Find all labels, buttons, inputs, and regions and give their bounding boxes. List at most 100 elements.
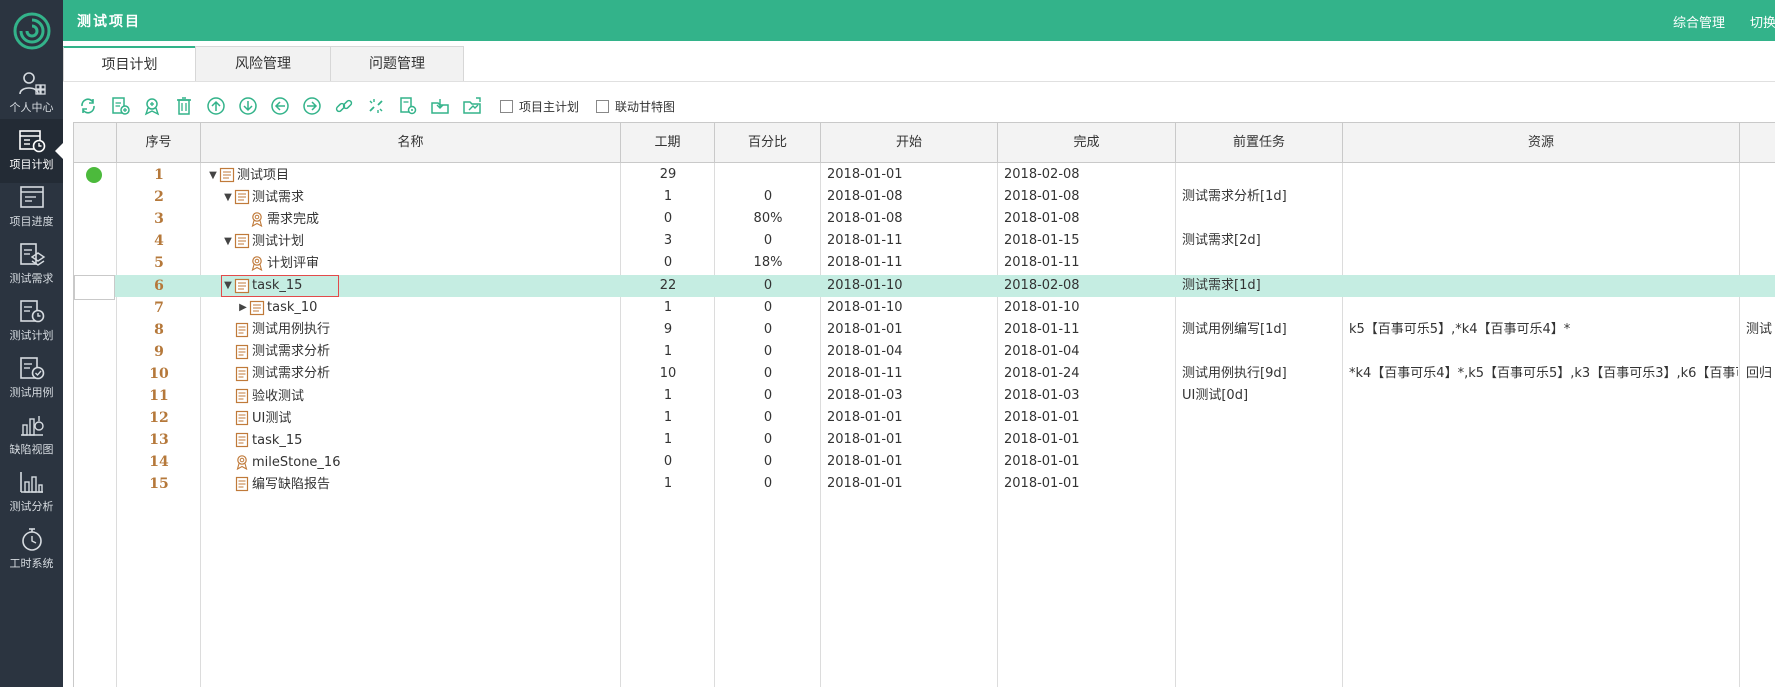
link-icon[interactable] — [334, 96, 354, 116]
percent-cell[interactable]: 0 — [715, 451, 821, 473]
resource-cell[interactable]: k5【百事可乐5】,*k4【百事可乐4】* — [1349, 319, 1738, 341]
checkbox-box[interactable] — [596, 100, 609, 113]
predecessor-cell[interactable]: 测试需求[1d] — [1182, 275, 1342, 297]
finish-date-cell[interactable]: 2018-01-15 — [1004, 230, 1174, 252]
expand-toggle-icon[interactable]: ▶ — [237, 297, 249, 319]
start-date-cell[interactable]: 2018-01-04 — [827, 341, 997, 363]
unlink-icon[interactable] — [366, 96, 386, 116]
duration-cell[interactable]: 1 — [621, 407, 715, 429]
start-date-cell[interactable]: 2018-01-08 — [827, 186, 997, 208]
start-date-cell[interactable]: 2018-01-11 — [827, 363, 997, 385]
tab-project-plan[interactable]: 项目计划 — [63, 46, 196, 82]
extra-cell[interactable] — [1746, 164, 1775, 186]
table-row[interactable]: 13 task_15 1 0 2018-01-01 2018-01-01 — [74, 429, 1775, 451]
start-date-cell[interactable]: 2018-01-01 — [827, 451, 997, 473]
resource-cell[interactable] — [1349, 451, 1738, 473]
resource-cell[interactable] — [1349, 275, 1738, 297]
add-task-icon[interactable] — [110, 96, 130, 116]
percent-cell[interactable]: 0 — [715, 186, 821, 208]
move-down-icon[interactable] — [238, 96, 258, 116]
outdent-icon[interactable] — [270, 96, 290, 116]
col-header-duration[interactable]: 工期 — [621, 123, 715, 163]
extra-cell[interactable] — [1746, 208, 1775, 230]
import-icon[interactable] — [430, 96, 450, 116]
extra-cell[interactable] — [1746, 385, 1775, 407]
percent-cell[interactable]: 80% — [715, 208, 821, 230]
duration-cell[interactable]: 1 — [621, 186, 715, 208]
task-name-cell[interactable]: 测试用例执行 — [201, 319, 621, 341]
start-date-cell[interactable]: 2018-01-08 — [827, 208, 997, 230]
duration-cell[interactable]: 10 — [621, 363, 715, 385]
table-row[interactable]: 1 ▼ 测试项目 29 2018-01-01 2018-02-08 — [74, 164, 1775, 186]
delete-icon[interactable] — [174, 96, 194, 116]
add-milestone-icon[interactable] — [142, 96, 162, 116]
finish-date-cell[interactable]: 2018-01-01 — [1004, 407, 1174, 429]
finish-date-cell[interactable]: 2018-02-08 — [1004, 275, 1174, 297]
start-date-cell[interactable]: 2018-01-11 — [827, 230, 997, 252]
percent-cell[interactable]: 0 — [715, 297, 821, 319]
duration-cell[interactable]: 1 — [621, 385, 715, 407]
extra-cell[interactable] — [1746, 275, 1775, 297]
nav-switch[interactable]: 切换 — [1750, 12, 1775, 31]
table-row[interactable]: 5 计划评审 0 18% 2018-01-11 2018-01-11 — [74, 252, 1775, 274]
predecessor-cell[interactable] — [1182, 451, 1342, 473]
indent-icon[interactable] — [302, 96, 322, 116]
percent-cell[interactable]: 0 — [715, 385, 821, 407]
start-date-cell[interactable]: 2018-01-01 — [827, 164, 997, 186]
extra-cell[interactable] — [1746, 429, 1775, 451]
percent-cell[interactable]: 0 — [715, 473, 821, 495]
table-row[interactable]: 11 验收测试 1 0 2018-01-03 2018-01-03 UI测试[0d] — [74, 385, 1775, 407]
predecessor-cell[interactable]: UI测试[0d] — [1182, 385, 1342, 407]
start-date-cell[interactable]: 2018-01-10 — [827, 297, 997, 319]
collapse-toggle-icon[interactable]: ▼ — [222, 186, 234, 208]
finish-date-cell[interactable]: 2018-01-11 — [1004, 319, 1174, 341]
sidebar-item-7[interactable]: 缺陷视图 — [0, 404, 63, 468]
start-date-cell[interactable]: 2018-01-11 — [827, 252, 997, 274]
task-name-cell[interactable]: 验收测试 — [201, 385, 621, 407]
percent-cell[interactable]: 0 — [715, 275, 821, 297]
move-up-icon[interactable] — [206, 96, 226, 116]
sidebar-item-9[interactable]: 工时系统 — [0, 518, 63, 582]
finish-date-cell[interactable]: 2018-01-01 — [1004, 429, 1174, 451]
table-row[interactable]: 3 需求完成 0 80% 2018-01-08 2018-01-08 — [74, 208, 1775, 230]
resource-cell[interactable]: *k4【百事可乐4】*,k5【百事可乐5】,k3【百事可乐3】,k6【百事可乐 — [1349, 363, 1738, 385]
start-date-cell[interactable]: 2018-01-01 — [827, 407, 997, 429]
table-row[interactable]: 14 mileStone_16 0 0 2018-01-01 2018-01-01 — [74, 451, 1775, 473]
tab-issue-management[interactable]: 问题管理 — [330, 46, 464, 82]
app-logo-icon[interactable] — [12, 11, 52, 51]
finish-date-cell[interactable]: 2018-01-01 — [1004, 473, 1174, 495]
sidebar-item-6[interactable]: 测试用例 — [0, 347, 63, 411]
percent-cell[interactable]: 0 — [715, 429, 821, 451]
master-plan-checkbox[interactable]: 项目主计划 — [500, 98, 579, 115]
col-header-number[interactable]: 序号 — [117, 123, 201, 163]
predecessor-cell[interactable] — [1182, 208, 1342, 230]
table-row[interactable]: 15 编写缺陷报告 1 0 2018-01-01 2018-01-01 — [74, 473, 1775, 495]
finish-date-cell[interactable]: 2018-02-08 — [1004, 164, 1174, 186]
resource-cell[interactable] — [1349, 230, 1738, 252]
percent-cell[interactable]: 18% — [715, 252, 821, 274]
checkbox-box[interactable] — [500, 100, 513, 113]
table-row[interactable]: 2 ▼ 测试需求 1 0 2018-01-08 2018-01-08 测试需求分析[1d] — [74, 186, 1775, 208]
duration-cell[interactable]: 29 — [621, 164, 715, 186]
task-name-cell[interactable]: ▼ 测试计划 — [201, 230, 621, 252]
percent-cell[interactable]: 0 — [715, 363, 821, 385]
finish-date-cell[interactable]: 2018-01-03 — [1004, 385, 1174, 407]
settings-doc-icon[interactable] — [398, 96, 418, 116]
resource-cell[interactable] — [1349, 164, 1738, 186]
duration-cell[interactable]: 1 — [621, 429, 715, 451]
task-name-cell[interactable]: 编写缺陷报告 — [201, 473, 621, 495]
resource-cell[interactable] — [1349, 186, 1738, 208]
finish-date-cell[interactable]: 2018-01-11 — [1004, 252, 1174, 274]
extra-cell[interactable] — [1746, 451, 1775, 473]
finish-date-cell[interactable]: 2018-01-08 — [1004, 208, 1174, 230]
duration-cell[interactable]: 0 — [621, 208, 715, 230]
col-header-name[interactable]: 名称 — [201, 123, 621, 163]
task-name-cell[interactable]: ▼ 测试需求 — [201, 186, 621, 208]
extra-cell[interactable]: 回归 — [1746, 363, 1775, 385]
table-row[interactable]: 10 测试需求分析 10 0 2018-01-11 2018-01-24 测试用例执行[9d… — [74, 363, 1775, 385]
duration-cell[interactable]: 0 — [621, 451, 715, 473]
task-name-cell[interactable]: UI测试 — [201, 407, 621, 429]
sidebar-item-4[interactable]: 测试需求 — [0, 233, 63, 297]
resource-cell[interactable] — [1349, 385, 1738, 407]
predecessor-cell[interactable]: 测试需求分析[1d] — [1182, 186, 1342, 208]
